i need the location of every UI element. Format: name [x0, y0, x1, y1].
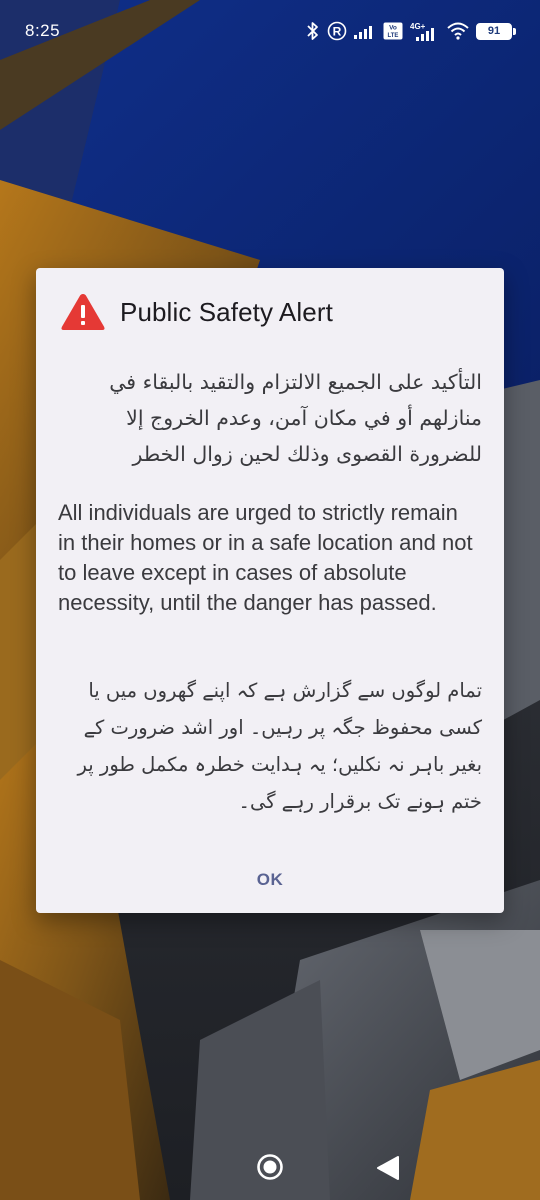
dialog-title: Public Safety Alert [120, 296, 333, 327]
dialog-header: Public Safety Alert [60, 290, 480, 334]
bluetooth-icon [306, 21, 320, 41]
status-bar: 8:25 R Vo LTE 4G+ 91 [0, 0, 540, 62]
wifi-icon [447, 22, 469, 40]
battery-icon: 91 [476, 22, 516, 40]
battery-level: 91 [476, 22, 516, 40]
status-time: 8:25 [25, 21, 61, 40]
public-safety-alert-dialog: Public Safety Alert التأكيد على الجميع ا… [36, 268, 504, 913]
network-type-text: 4G+ [410, 22, 426, 31]
signal-4g-icon: 4G+ [410, 21, 440, 41]
back-icon[interactable] [376, 1155, 400, 1181]
status-icons: R Vo LTE 4G+ 91 [306, 19, 516, 43]
home-icon[interactable] [256, 1153, 284, 1181]
warning-triangle-icon [61, 294, 105, 330]
ok-button[interactable]: OK [236, 858, 304, 902]
signal-icon [354, 23, 376, 39]
message-urdu: تمام لوگوں سے گزارش ہے کہ اپنے گھروں میں… [77, 679, 482, 813]
roaming-icon: R [327, 21, 347, 41]
message-arabic: التأكيد على الجميع الالتزام والتقيد بالب… [109, 370, 482, 466]
roaming-badge-text: R [333, 25, 342, 39]
navigation-bar [0, 1136, 540, 1200]
message-english: All individuals are urged to strictly re… [58, 500, 473, 615]
volte-lte-text: LTE [388, 33, 399, 39]
volte-icon: Vo LTE [383, 22, 403, 40]
svg-text:Vo: Vo [389, 25, 397, 32]
